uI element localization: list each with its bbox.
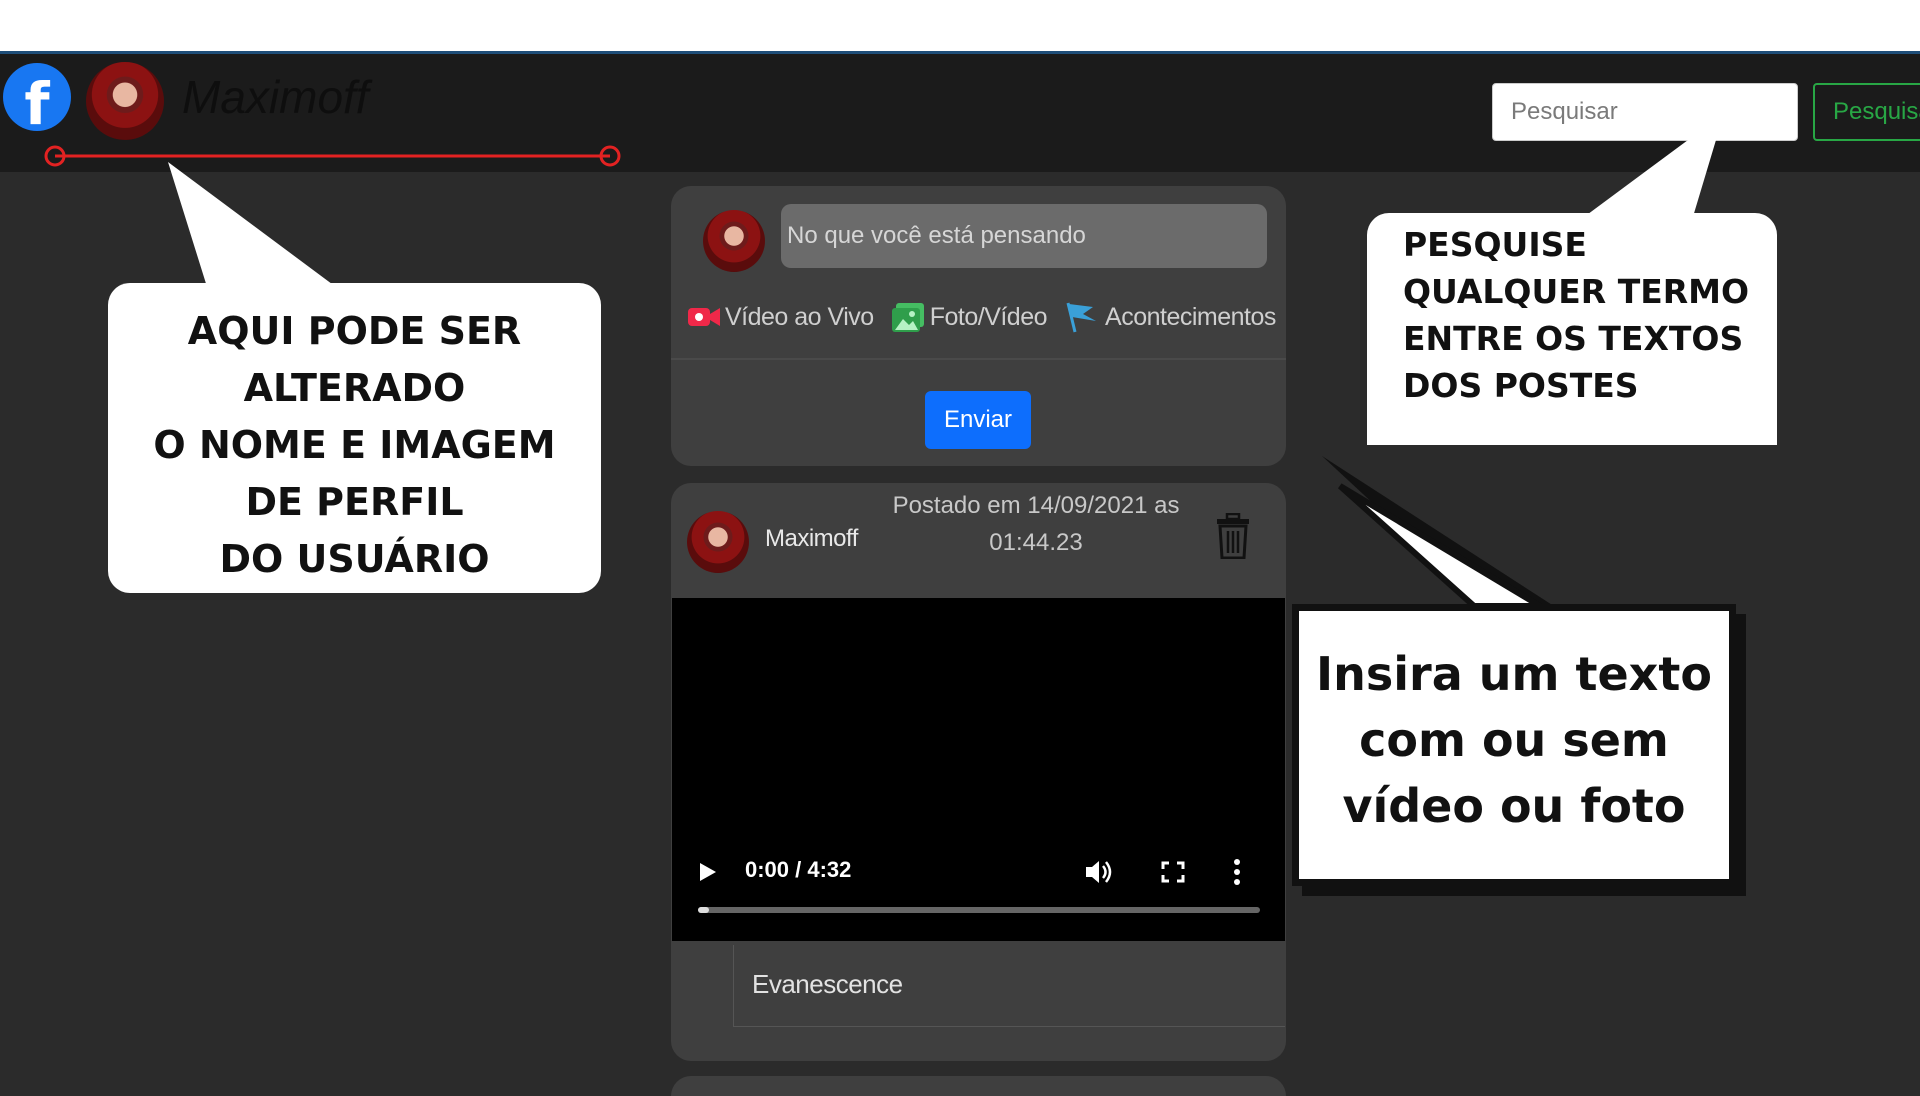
tail-joint-cover [1470,612,1546,618]
tail-joint-patch [1470,612,1546,618]
